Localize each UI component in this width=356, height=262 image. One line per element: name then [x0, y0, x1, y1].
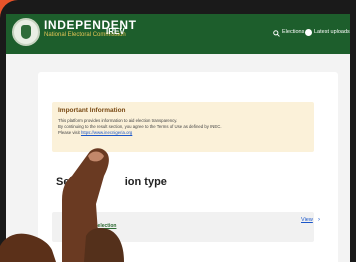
info-icon[interactable] [305, 29, 312, 36]
important-info-notice: Important Information This platform prov… [52, 102, 314, 152]
chevron-right-icon: › [318, 217, 320, 223]
browser-screen: INDEPENDENT National Electoral Commissio… [6, 14, 350, 262]
top-navbar: INDEPENDENT National Electoral Commissio… [6, 14, 350, 54]
logo-mark [21, 25, 31, 39]
inec-website-link[interactable]: https://www.inecnigeria.org [81, 130, 132, 135]
notice-line-2: By continuing to the result section, you… [58, 124, 222, 129]
nav-elections-link[interactable]: Elections [282, 29, 304, 35]
view-button[interactable]: View [301, 217, 313, 223]
election-type-link[interactable]: al election [92, 223, 116, 229]
search-icon[interactable] [273, 30, 280, 37]
section-title-end: ion type [124, 176, 167, 188]
content-card: Important Information This platform prov… [38, 72, 338, 262]
section-title: Selec ion type [56, 176, 167, 188]
notice-title: Important Information [58, 107, 126, 114]
logo-icon[interactable] [12, 18, 40, 46]
app-name[interactable]: IREV [106, 27, 125, 36]
notice-line-3: Please visit https://www.inecnigeria.org [58, 130, 132, 135]
section-title-start: Selec [56, 176, 85, 188]
notice-line-1: This platform provides information to ai… [58, 118, 178, 123]
election-type-row[interactable]: al election View › [52, 212, 320, 242]
tablet-frame: INDEPENDENT National Electoral Commissio… [0, 0, 356, 262]
notice-line-3-prefix: Please visit [58, 130, 80, 135]
nav-latest-uploads-link[interactable]: Latest uploads [314, 29, 350, 35]
